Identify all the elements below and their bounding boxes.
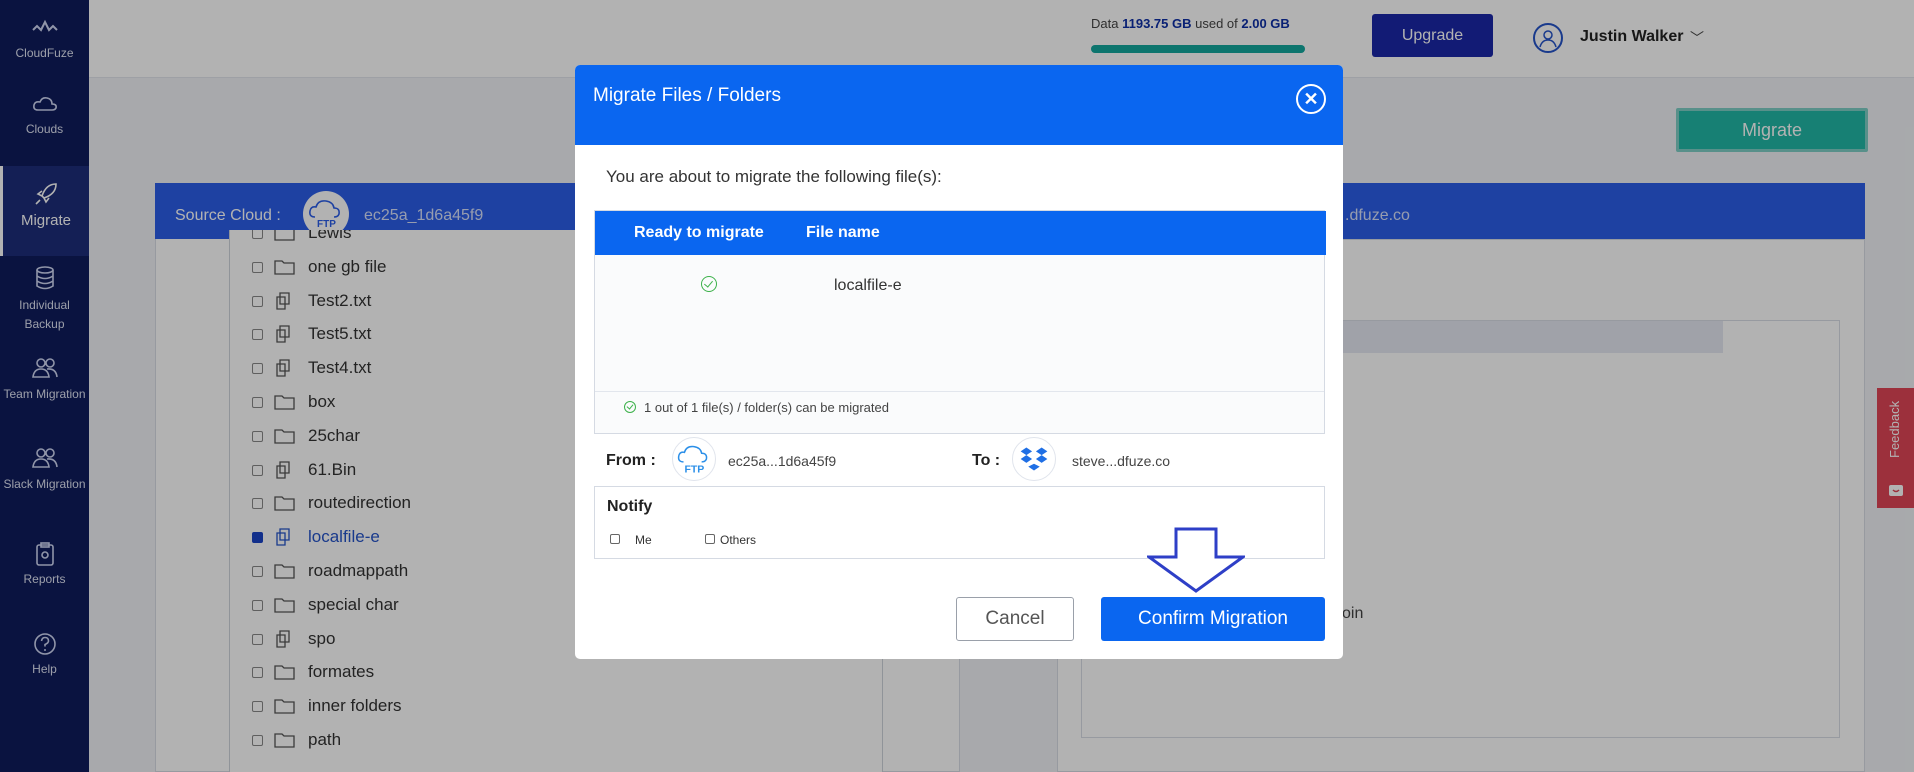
confirm-migration-button[interactable]: Confirm Migration	[1101, 597, 1325, 641]
to-label: To :	[972, 452, 1001, 469]
dropbox-logo-icon	[1020, 447, 1048, 471]
from-label: From :	[606, 452, 656, 469]
notify-others-checkbox[interactable]	[705, 534, 715, 544]
notify-me-checkbox[interactable]	[610, 534, 620, 544]
ftp-icon: FTP	[672, 437, 716, 481]
migration-table: Ready to migrate File name localfile-e 1…	[594, 210, 1326, 434]
dialog-intro-text: You are about to migrate the following f…	[606, 167, 942, 186]
column-header-ready: Ready to migrate	[634, 224, 764, 241]
notify-others-label: Others	[720, 533, 757, 547]
to-cloud-id: steve...dfuze.co	[1072, 453, 1171, 469]
check-circle-icon	[701, 276, 717, 292]
divider	[595, 391, 1324, 392]
dropbox-icon	[1012, 437, 1056, 481]
arrow-down-icon	[1147, 527, 1245, 593]
cancel-button[interactable]: Cancel	[956, 597, 1074, 641]
row-file-name: localfile-e	[834, 277, 902, 294]
dialog-title: Migrate Files / Folders	[593, 85, 781, 106]
from-cloud-id: ec25a...1d6a45f9	[728, 453, 837, 469]
ftp-icon-text: FTP	[684, 463, 704, 475]
check-circle-icon	[624, 401, 636, 413]
migration-summary: 1 out of 1 file(s) / folder(s) can be mi…	[644, 400, 889, 415]
dialog-header: Migrate Files / Folders ✕	[575, 65, 1343, 145]
ftp-cloud-icon: FTP	[677, 445, 708, 475]
column-header-file: File name	[806, 224, 880, 241]
migrate-dialog: Migrate Files / Folders ✕ You are about …	[575, 65, 1343, 659]
notify-title: Notify	[607, 498, 653, 515]
notify-me-label: Me	[635, 533, 652, 547]
table-header: Ready to migrate File name	[595, 211, 1326, 255]
close-icon[interactable]: ✕	[1296, 84, 1326, 114]
